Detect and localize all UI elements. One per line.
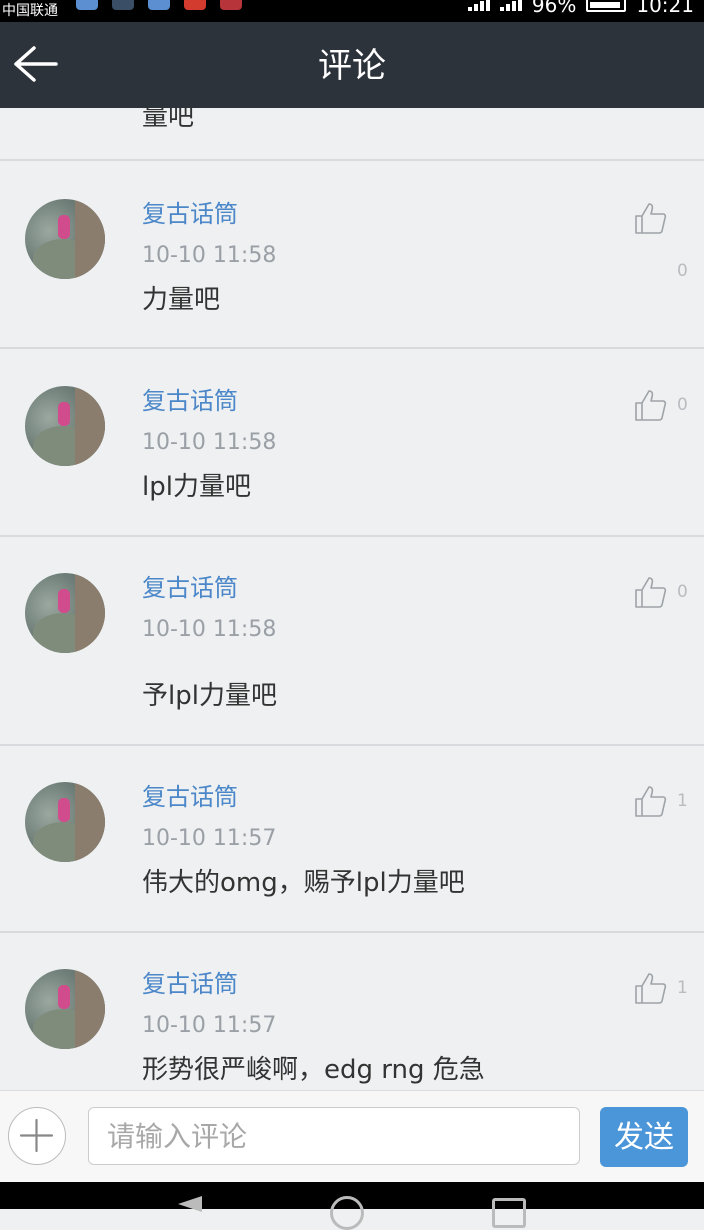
list-item: 复古话筒 10-10 11:57 伟大的omg，赐予lpl力量吧 1	[0, 745, 704, 933]
clock: 10:21	[636, 0, 694, 17]
battery-icon	[586, 0, 627, 12]
like-count: 0	[677, 261, 688, 281]
comment-text: 伟大的omg，赐予lpl力量吧	[142, 868, 465, 898]
thumbs-up-icon[interactable]	[634, 784, 668, 818]
comment-author[interactable]: 复古话筒	[142, 199, 238, 229]
comment-text: lpl力量吧	[142, 472, 251, 502]
avatar[interactable]	[25, 386, 105, 466]
comment-author[interactable]: 复古话筒	[142, 782, 238, 812]
comment-input-bar: 发送	[0, 1090, 704, 1182]
list-item: 复古话筒 10-10 11:58 力量吧 0	[0, 161, 704, 349]
status-indicators: 96% 10:21	[467, 0, 694, 17]
comment-time: 10-10 11:58	[142, 243, 277, 268]
thumbs-up-icon[interactable]	[634, 201, 668, 235]
system-nav-bar	[0, 1182, 704, 1230]
comment-input[interactable]	[88, 1107, 580, 1165]
thumbs-up-icon[interactable]	[634, 388, 668, 422]
comment-text: 力量吧	[142, 285, 221, 315]
like-count: 1	[677, 791, 688, 811]
like-count: 0	[677, 582, 688, 602]
like-count: 1	[677, 978, 688, 998]
thumbs-up-icon[interactable]	[634, 971, 668, 1005]
comment-text: 量吧	[142, 108, 195, 132]
add-attachment-button[interactable]	[8, 1107, 66, 1165]
avatar[interactable]	[25, 199, 105, 279]
nav-recent-icon[interactable]	[492, 1198, 526, 1228]
list-item: 复古话筒 10-10 11:57 形势很严峻啊，edg rng 危急 1	[0, 932, 704, 1090]
comment-time: 10-10 11:58	[142, 430, 277, 455]
page-title: 评论	[318, 46, 386, 86]
carrier-label: 中国联通	[2, 3, 58, 19]
comment-author[interactable]: 复古话筒	[142, 573, 238, 603]
notification-camera-icon	[148, 0, 170, 10]
avatar[interactable]	[25, 969, 105, 1049]
comment-time: 10-10 11:57	[142, 1013, 277, 1038]
nav-home-icon[interactable]	[330, 1196, 364, 1230]
thumbs-up-icon[interactable]	[634, 575, 668, 609]
notification-news-icon	[184, 0, 206, 10]
comment-author[interactable]: 复古话筒	[142, 969, 238, 999]
avatar[interactable]	[25, 782, 105, 862]
list-item: 量吧	[0, 108, 704, 161]
plus-icon	[19, 1118, 54, 1153]
notification-game-icon	[220, 0, 242, 10]
list-item: 复古话筒 10-10 11:58 lpl力量吧 0	[0, 349, 704, 537]
signal-icon	[499, 0, 522, 11]
comment-time: 10-10 11:57	[142, 826, 277, 851]
signal-icon	[467, 0, 490, 11]
notification-message-icon	[112, 0, 134, 10]
battery-percent: 96%	[531, 0, 577, 17]
title-bar: 评论	[0, 22, 704, 108]
comment-text: 形势很严峻啊，edg rng 危急	[142, 1055, 485, 1085]
notification-icons	[76, 0, 242, 12]
like-count: 0	[677, 395, 688, 415]
status-bar: 中国联通 96% 10:21	[0, 0, 704, 22]
avatar[interactable]	[25, 573, 105, 653]
comment-list[interactable]: 量吧 复古话筒 10-10 11:58 力量吧 0 复古话筒 10-10 11:…	[0, 108, 704, 1090]
comment-time: 10-10 11:58	[142, 617, 277, 642]
comment-text: 予lpl力量吧	[142, 681, 277, 711]
list-item: 复古话筒 10-10 11:58 予lpl力量吧 0	[0, 536, 704, 746]
notification-app-icon	[76, 0, 98, 10]
nav-back-icon[interactable]	[178, 1196, 202, 1212]
send-button[interactable]: 发送	[600, 1107, 688, 1167]
comment-author[interactable]: 复古话筒	[142, 386, 238, 416]
